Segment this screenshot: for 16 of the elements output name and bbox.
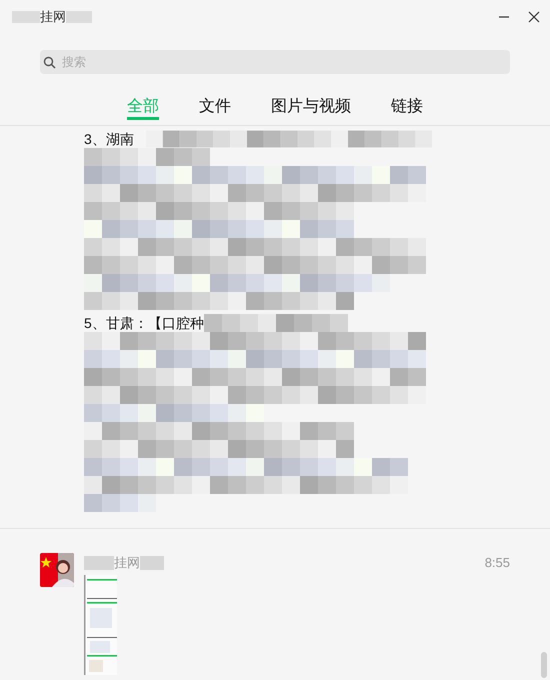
pixelated-name-drawing: [84, 556, 114, 570]
scrollbar[interactable]: [541, 652, 547, 678]
search-field[interactable]: 搜索: [40, 50, 510, 74]
pixelated-title-drawing: [12, 11, 40, 23]
message-text: 3、湖南: [84, 130, 134, 148]
tab[interactable]: 图片与视频: [271, 96, 351, 120]
sender-name: 挂网: [114, 554, 140, 571]
search-icon: [43, 56, 56, 69]
close-icon[interactable]: [528, 11, 540, 23]
tab[interactable]: 链接: [391, 96, 423, 120]
message-text: 5、甘肃：【口腔种: [84, 314, 204, 332]
tab[interactable]: 文件: [199, 96, 231, 120]
pixelated-name-drawing: [140, 556, 164, 570]
message-time: 8:55: [484, 554, 510, 572]
pixelated-title-drawing: [66, 11, 92, 23]
window-title: 挂网: [40, 8, 66, 26]
